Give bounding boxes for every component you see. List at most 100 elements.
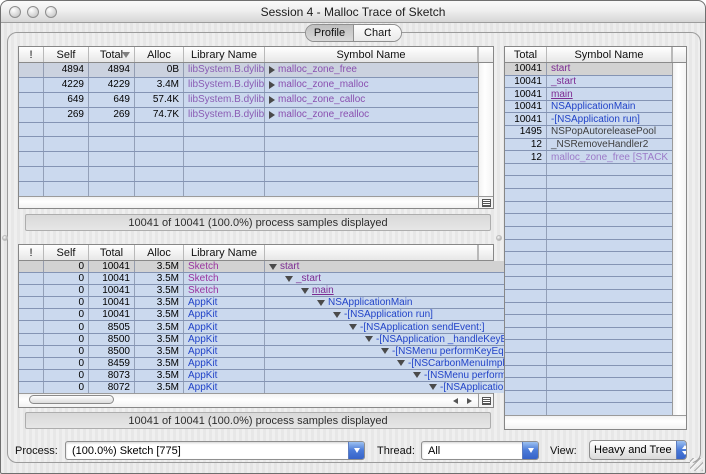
process-combobox[interactable]: (100.0%) Sketch [775] [65,441,365,460]
empty-table-row[interactable] [505,265,672,278]
disclosure-down-icon[interactable] [317,300,325,306]
table-row[interactable]: 64964957.4KlibSystem.B.dylibmalloc_zone_… [19,93,478,108]
table-row[interactable]: 10041_start [505,76,672,89]
horizontal-scrollbar-thumb[interactable] [29,395,114,404]
tab-profile[interactable]: Profile [306,25,354,41]
column-header-self[interactable]: Self [44,245,89,260]
empty-table-row[interactable] [505,240,672,253]
callers-vertical-scrollbar[interactable] [672,63,686,415]
table-row[interactable]: 085003.5MAppKit-[NSMenu performKeyEquiva… [19,346,581,358]
table-row[interactable]: 0100413.5MSketchstart [19,261,581,273]
empty-table-row[interactable] [505,176,672,189]
disclosure-down-icon[interactable] [429,384,437,390]
heavy-horizontal-scrollbar[interactable] [19,197,478,208]
empty-table-row[interactable] [505,340,672,353]
table-row[interactable]: 084593.5MAppKit-[NSCarbonMenuImpl perfor… [19,358,581,370]
disclosure-down-icon[interactable] [333,312,341,318]
column-header-self[interactable]: Self [44,47,89,62]
process-dropdown-button[interactable] [348,442,364,459]
column-header-symbol[interactable]: Symbol Name [265,47,478,62]
table-row[interactable]: 422942293.4MlibSystem.B.dylibmalloc_zone… [19,78,478,93]
table-row[interactable]: 085053.5MAppKit-[NSApplication sendEvent… [19,321,581,333]
table-row[interactable]: 10041start [505,63,672,76]
cell-alloc: 3.5M [135,261,184,272]
table-row[interactable]: 26926974.7KlibSystem.B.dylibmalloc_zone_… [19,108,478,123]
empty-table-row[interactable] [505,290,672,303]
disclosure-down-icon[interactable] [285,276,293,282]
scroll-right-button[interactable] [463,394,476,407]
empty-table-row[interactable] [505,391,672,404]
disclosure-down-icon[interactable] [397,360,405,366]
thread-combobox[interactable]: All [421,441,539,460]
empty-table-row[interactable] [505,403,672,415]
table-row[interactable]: 10041main [505,88,672,101]
callers-horizontal-scrollbar[interactable] [505,416,686,429]
column-header-alloc[interactable]: Alloc [135,47,184,62]
empty-table-row[interactable] [505,328,672,341]
disclosure-right-icon[interactable] [269,66,275,74]
table-row[interactable]: 1495NSPopAutoreleasePool [505,126,672,139]
empty-table-row[interactable] [19,182,478,196]
disclosure-down-icon[interactable] [269,264,277,270]
disclosure-right-icon[interactable] [269,81,275,89]
column-header-alloc[interactable]: Alloc [135,245,184,260]
table-row[interactable]: 080723.5MAppKit-[NSApplication sendActio… [19,382,581,393]
disclosure-right-icon[interactable] [269,111,275,119]
table-row[interactable]: 0100413.5MAppKitNSApplicationMain [19,297,581,309]
empty-table-row[interactable] [19,152,478,167]
empty-table-row[interactable] [19,167,478,182]
empty-table-row[interactable] [505,303,672,316]
empty-table-row[interactable] [19,137,478,152]
column-header-flag[interactable]: ! [19,245,44,260]
tab-chart[interactable]: Chart [354,25,401,41]
disclosure-down-icon[interactable] [301,288,309,294]
heavy-column-options-button[interactable] [478,197,493,208]
scroll-left-button[interactable] [449,394,462,407]
column-header-library[interactable]: Library Name [184,47,265,62]
empty-table-row[interactable] [505,366,672,379]
table-row[interactable]: 489448940BlibSystem.B.dylibmalloc_zone_f… [19,63,478,78]
disclosure-down-icon[interactable] [365,336,373,342]
tree-column-options-button[interactable] [478,394,493,407]
column-header-library[interactable]: Library Name [184,245,265,260]
table-row[interactable]: 12_NSRemoveHandler2 [505,139,672,152]
empty-table-row[interactable] [505,202,672,215]
cell-alloc: 3.5M [135,370,184,381]
empty-table-row[interactable] [505,378,672,391]
disclosure-down-icon[interactable] [381,348,389,354]
empty-table-row[interactable] [505,214,672,227]
table-row[interactable]: 080733.5MAppKit-[NSMenu performActionFor… [19,370,581,382]
empty-table-row[interactable] [505,353,672,366]
column-header-total[interactable]: Total [89,245,135,260]
empty-table-row[interactable] [19,123,478,138]
disclosure-down-icon[interactable] [413,372,421,378]
empty-table-row[interactable] [505,252,672,265]
thread-dropdown-button[interactable] [522,442,538,459]
column-header-symbol[interactable] [265,245,478,260]
disclosure-right-icon[interactable] [269,96,275,104]
column-header-flag[interactable]: ! [19,47,44,62]
empty-table-row[interactable] [505,189,672,202]
table-row[interactable]: 10041NSApplicationMain [505,101,672,114]
view-stepper-button[interactable] [676,441,687,459]
splitter-dimple-left[interactable] [2,235,8,241]
table-row[interactable]: 0100413.5MSketch_start [19,273,581,285]
heavy-vertical-scrollbar[interactable] [478,63,493,196]
empty-table-row[interactable] [505,315,672,328]
resize-grip[interactable] [690,458,703,471]
empty-table-row[interactable] [505,227,672,240]
column-header-total[interactable]: Total [89,47,135,62]
disclosure-down-icon[interactable] [349,324,357,330]
table-row[interactable]: 0100413.5MAppKit-[NSApplication run] [19,309,581,321]
table-row[interactable]: 12malloc_zone_free [STACK [505,151,672,164]
tree-horizontal-scrollbar[interactable] [19,394,478,407]
column-header-total[interactable]: Total [505,47,547,62]
view-popup-button[interactable]: Heavy and Tree [589,440,687,460]
table-row[interactable]: 10041-[NSApplication run] [505,113,672,126]
empty-table-row[interactable] [505,277,672,290]
splitter-dimple-right[interactable] [496,235,502,241]
empty-table-row[interactable] [505,164,672,177]
table-row[interactable]: 085003.5MAppKit-[NSApplication _handleKe… [19,334,581,346]
column-header-symbol[interactable]: Symbol Name [547,47,672,62]
table-row[interactable]: 0100413.5MSketchmain [19,285,581,297]
